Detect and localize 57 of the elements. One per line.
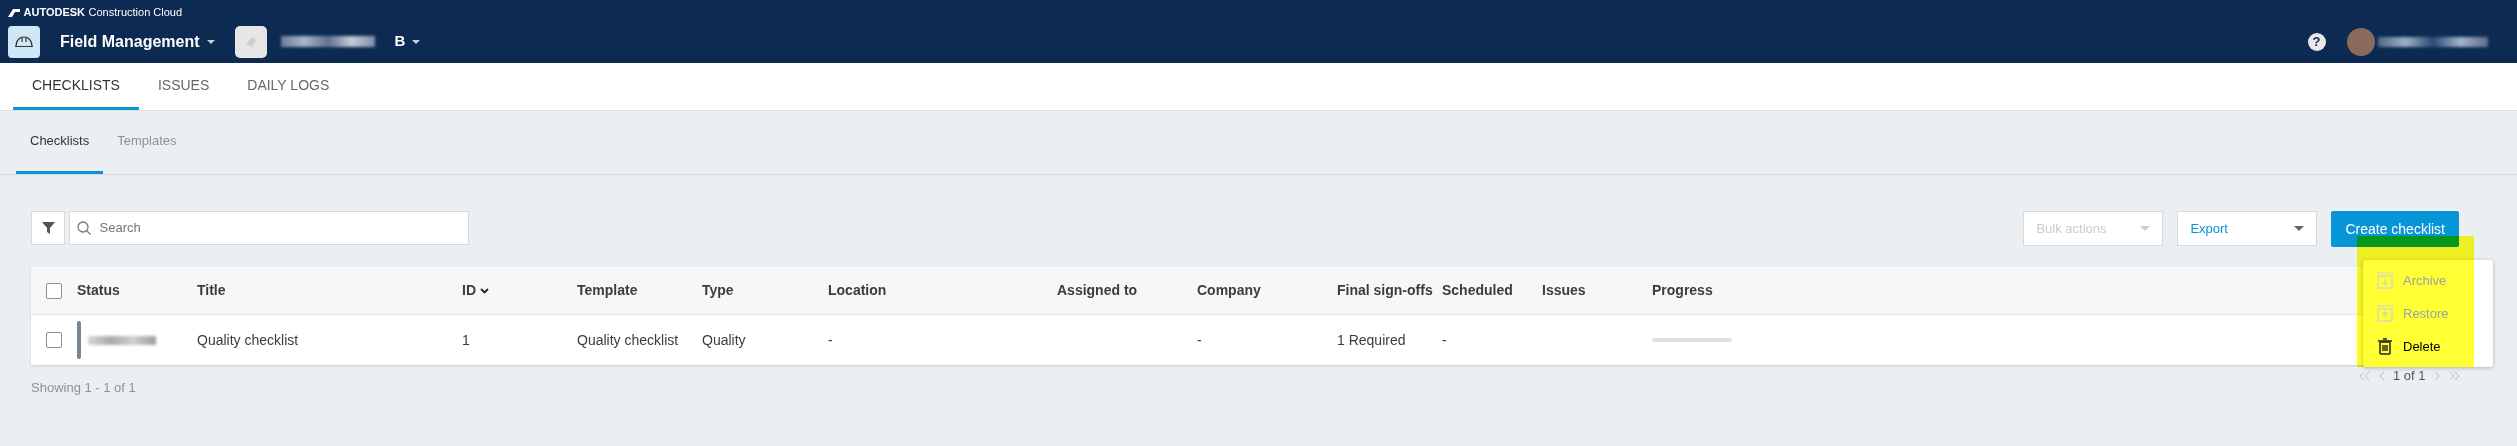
table-cell: - xyxy=(1197,331,1202,348)
trash-icon xyxy=(2377,338,2393,355)
table-cell: - xyxy=(828,331,833,348)
project-icon[interactable] xyxy=(234,25,267,58)
search-field[interactable]: Search xyxy=(68,211,469,245)
table-cell: - xyxy=(1442,331,1447,348)
caret-icon xyxy=(2294,226,2305,231)
tab[interactable]: DAILY LOGS xyxy=(228,63,349,110)
row-checkbox[interactable] xyxy=(46,332,62,348)
column-header: Type xyxy=(702,282,734,298)
column-header: Location xyxy=(828,282,887,298)
select-all-checkbox[interactable] xyxy=(46,282,62,299)
caret-icon xyxy=(206,39,215,44)
column-header: Title xyxy=(197,282,226,298)
next-page-icon[interactable] xyxy=(2433,370,2441,381)
export-dropdown[interactable]: Export xyxy=(2177,211,2318,246)
project-switcher[interactable]: B xyxy=(388,29,427,54)
last-page-icon[interactable] xyxy=(2448,370,2461,381)
column-header: Scheduled xyxy=(1442,282,1513,298)
results-count: Showing 1 - 1 of 1 xyxy=(31,380,136,395)
blurred-status xyxy=(88,335,156,345)
hardhat-icon xyxy=(14,35,34,48)
column-header[interactable]: ID xyxy=(462,280,476,301)
tab[interactable]: CHECKLISTS xyxy=(13,63,139,110)
row-title: Quality checklist xyxy=(197,331,299,348)
filter-icon xyxy=(41,222,55,234)
first-page-icon[interactable] xyxy=(2358,370,2370,381)
menu-item[interactable]: Delete xyxy=(2363,330,2493,363)
tab[interactable]: ISSUES xyxy=(138,63,229,110)
column-header: Final sign-offs xyxy=(1337,282,1433,298)
filter-button[interactable] xyxy=(31,211,65,245)
app-switcher[interactable]: Field Management xyxy=(54,28,221,55)
column-header: Template xyxy=(577,282,638,298)
avatar[interactable] xyxy=(2346,27,2375,56)
page-indicator: 1 of 1 xyxy=(2393,367,2426,385)
product-name: Construction Cloud xyxy=(88,4,183,20)
brand-name: AUTODESK xyxy=(23,4,86,20)
tab[interactable]: Checklists xyxy=(16,111,104,174)
table-cell: 1 xyxy=(462,331,470,348)
archive-icon xyxy=(2377,272,2393,289)
search-icon xyxy=(76,221,91,235)
table-cell: Quality checklist xyxy=(577,331,679,348)
app-icon[interactable] xyxy=(8,25,40,58)
table-cell: 1 Required xyxy=(1337,331,1406,348)
status-indicator xyxy=(77,321,81,359)
restore-icon xyxy=(2377,305,2393,322)
column-header: Company xyxy=(1197,282,1261,298)
column-header: Status xyxy=(77,282,120,298)
caret-icon xyxy=(2140,226,2151,231)
logo-icon xyxy=(8,7,20,17)
caret-icon xyxy=(412,39,421,44)
previous-page-icon[interactable] xyxy=(2378,370,2385,381)
column-header: Issues xyxy=(1542,282,1586,298)
help-button[interactable]: ? xyxy=(2307,32,2326,51)
column-header: Progress xyxy=(1652,282,1713,298)
table-cell: Quality xyxy=(702,331,746,348)
column-header: Assigned to xyxy=(1057,282,1138,298)
